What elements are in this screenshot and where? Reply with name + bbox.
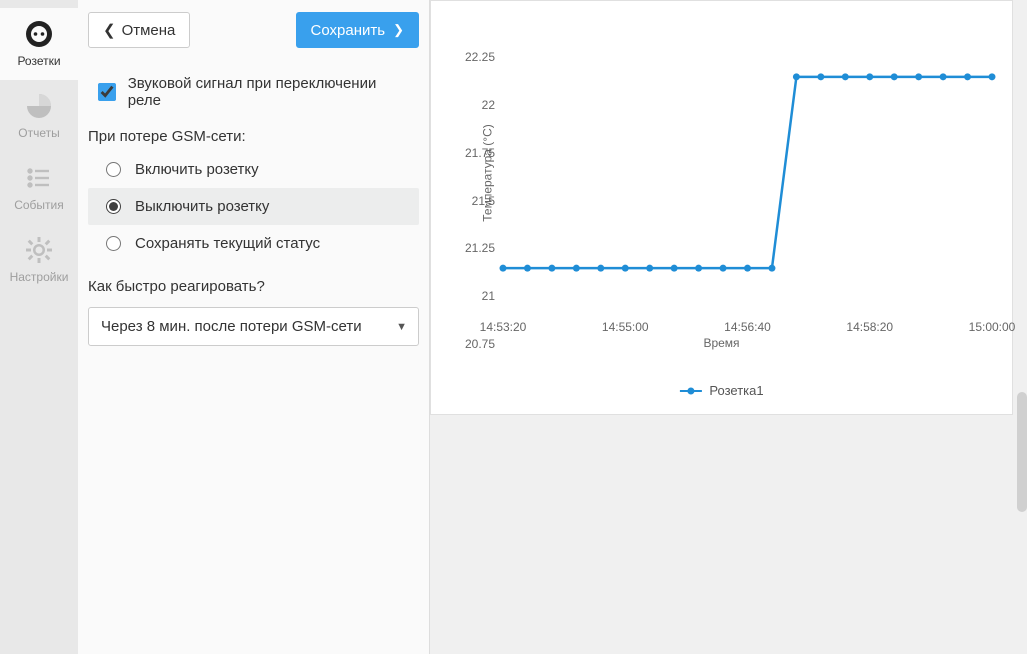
y-tick: 21.75	[465, 146, 495, 160]
gsm-option-off[interactable]: Выключить розетку	[88, 188, 419, 225]
sidebar-item-events[interactable]: События	[0, 152, 78, 224]
y-tick: 21.25	[465, 241, 495, 255]
sidebar-item-label: Розетки	[17, 54, 60, 68]
sound-checkbox-row[interactable]: Звуковой сигнал при переключении реле	[86, 66, 421, 118]
x-axis-label: Время	[703, 336, 739, 350]
radio-off[interactable]	[106, 199, 121, 214]
x-tick: 15:00:00	[969, 320, 1016, 334]
scrollbar[interactable]	[1017, 0, 1027, 654]
sidebar-item-label: Настройки	[10, 270, 69, 284]
gsm-loss-radio-group: Включить розетку Выключить розетку Сохра…	[86, 151, 421, 262]
cancel-button-label: Отмена	[122, 22, 176, 39]
gsm-loss-heading: При потере GSM-сети:	[86, 118, 421, 151]
gsm-option-on[interactable]: Включить розетку	[88, 151, 419, 188]
sidebar-item-reports[interactable]: Отчеты	[0, 80, 78, 152]
radio-label: Выключить розетку	[135, 198, 269, 215]
reaction-select-wrap: Через 8 мин. после потери GSM-сети ▼	[88, 307, 419, 346]
plot-area	[503, 29, 992, 316]
chevron-left-icon: ❮	[103, 21, 116, 39]
legend: Розетка1	[679, 383, 763, 398]
reaction-select[interactable]: Через 8 мин. после потери GSM-сети	[88, 307, 419, 346]
socket-icon	[23, 18, 55, 50]
chart-svg	[503, 29, 992, 316]
sound-checkbox[interactable]	[98, 83, 116, 101]
x-tick: 14:56:40	[724, 320, 771, 334]
save-button-label: Сохранить	[311, 22, 386, 39]
radio-label: Сохранять текущий статус	[135, 235, 320, 252]
y-tick: 22	[482, 98, 495, 112]
y-tick: 21	[482, 289, 495, 303]
save-button[interactable]: Сохранить ❯	[296, 12, 419, 48]
reaction-heading: Как быстро реагировать?	[86, 268, 421, 301]
sidebar: Розетки Отчеты События Настройки	[0, 0, 78, 654]
radio-on[interactable]	[106, 162, 121, 177]
legend-label: Розетка1	[709, 383, 763, 398]
sound-checkbox-label: Звуковой сигнал при переключении реле	[128, 75, 409, 109]
sidebar-item-label: События	[14, 198, 64, 212]
y-axis: Температура (°C) 22.252221.7521.521.2521…	[431, 29, 503, 316]
gsm-option-keep[interactable]: Сохранять текущий статус	[88, 225, 419, 262]
x-axis: 14:53:2014:55:0014:56:4014:58:2015:00:00	[503, 316, 992, 352]
settings-panel: ❮ Отмена Сохранить ❯ Звуковой сигнал при…	[78, 0, 430, 654]
x-tick: 14:53:20	[480, 320, 527, 334]
sidebar-item-sockets[interactable]: Розетки	[0, 8, 78, 80]
chart-card: Температура (°C) 22.252221.7521.521.2521…	[430, 0, 1013, 415]
sidebar-item-settings[interactable]: Настройки	[0, 224, 78, 296]
x-tick: 14:55:00	[602, 320, 649, 334]
y-tick: 21.5	[472, 194, 495, 208]
chart-panel: Температура (°C) 22.252221.7521.521.2521…	[430, 0, 1027, 654]
chevron-right-icon: ❯	[393, 22, 404, 38]
sidebar-item-label: Отчеты	[18, 126, 59, 140]
y-tick: 22.25	[465, 50, 495, 64]
legend-swatch	[679, 390, 701, 392]
x-tick: 14:58:20	[846, 320, 893, 334]
radio-keep[interactable]	[106, 236, 121, 251]
pie-chart-icon	[25, 90, 53, 122]
list-icon	[25, 162, 53, 194]
cancel-button[interactable]: ❮ Отмена	[88, 12, 190, 48]
gear-icon	[24, 234, 54, 266]
y-tick: 20.75	[465, 337, 495, 351]
radio-label: Включить розетку	[135, 161, 259, 178]
toolbar: ❮ Отмена Сохранить ❯	[86, 12, 421, 48]
scrollbar-thumb[interactable]	[1017, 392, 1027, 512]
